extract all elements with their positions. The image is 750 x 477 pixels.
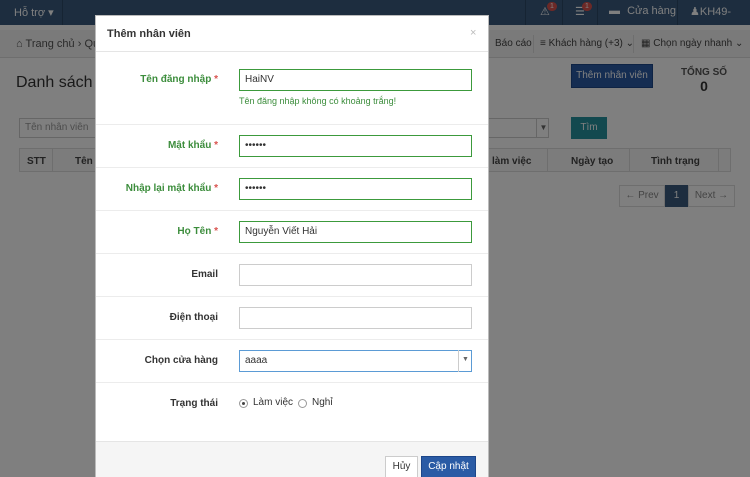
username-label: Tên đăng nhập * <box>96 74 218 85</box>
row-divider <box>96 382 488 383</box>
row-divider <box>96 296 488 297</box>
status-off-radio[interactable] <box>298 399 307 408</box>
row-divider <box>96 253 488 254</box>
store-select-label: Chọn cửa hàng <box>144 355 218 366</box>
row-divider <box>96 210 488 211</box>
username-label-text: Tên đăng nhập <box>140 74 212 85</box>
required-mark: * <box>214 226 218 237</box>
username-input[interactable]: HaiNV <box>239 69 472 91</box>
password-label-text: Mật khẩu <box>167 140 212 151</box>
confirm-password-label: Nhập lại mật khẩu * <box>96 183 218 194</box>
cancel-button[interactable]: Hủy <box>385 456 418 477</box>
password-label: Mật khẩu * <box>96 140 218 151</box>
row-divider <box>96 124 488 125</box>
phone-input[interactable] <box>239 307 472 329</box>
modal-footer: Hủy Cập nhật <box>96 441 488 477</box>
fullname-label: Họ Tên * <box>96 226 218 237</box>
chevron-down-icon[interactable]: ▼ <box>458 350 472 372</box>
status-label: Trạng thái <box>170 398 218 409</box>
required-mark: * <box>214 183 218 194</box>
status-off-label[interactable]: Nghỉ <box>312 397 333 408</box>
row-divider <box>96 339 488 340</box>
email-label: Email <box>191 269 218 280</box>
close-icon[interactable]: × <box>470 27 476 39</box>
required-mark: * <box>214 140 218 151</box>
phone-label: Điện thoại <box>169 312 218 323</box>
status-working-label[interactable]: Làm việc <box>253 397 293 408</box>
confirm-password-input[interactable]: •••••• <box>239 178 472 200</box>
modal-header: Thêm nhân viên × <box>96 16 488 52</box>
save-button[interactable]: Cập nhật <box>421 456 476 477</box>
required-mark: * <box>214 74 218 85</box>
fullname-input[interactable]: Nguyễn Viết Hải <box>239 221 472 243</box>
store-select[interactable]: aaaa <box>239 350 472 372</box>
fullname-label-text: Họ Tên <box>177 226 212 237</box>
status-working-radio[interactable] <box>239 399 248 408</box>
row-divider <box>96 167 488 168</box>
confirm-password-label-text: Nhập lại mật khẩu <box>125 183 212 194</box>
modal-title: Thêm nhân viên <box>107 28 191 40</box>
password-input[interactable]: •••••• <box>239 135 472 157</box>
email-input[interactable] <box>239 264 472 286</box>
add-employee-modal: Thêm nhân viên × Tên đăng nhập * HaiNV T… <box>95 15 489 477</box>
username-hint: Tên đăng nhập không có khoảng trắng! <box>239 96 397 106</box>
